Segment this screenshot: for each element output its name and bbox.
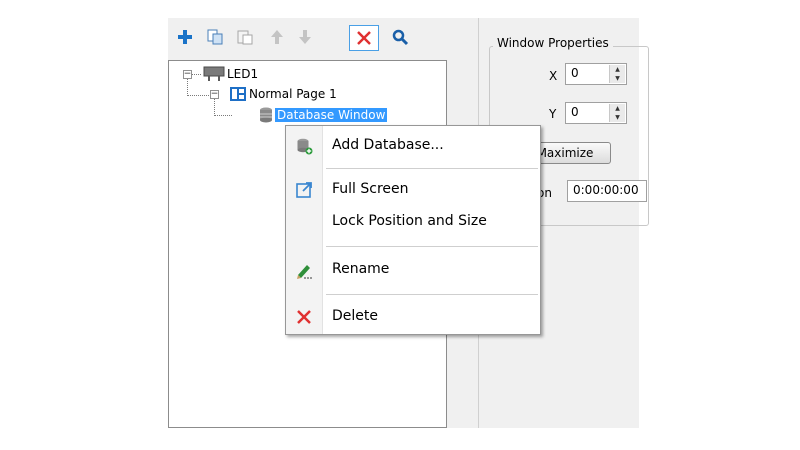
menu-item-add-database[interactable]: Add Database... (286, 133, 540, 159)
menu-item-rename[interactable]: Rename (286, 257, 540, 283)
tree-node-database-window[interactable]: Database Window (257, 106, 388, 124)
database-icon (260, 107, 272, 123)
move-down-icon (299, 30, 311, 44)
led-screen-icon (203, 66, 225, 81)
menu-item-label: Lock Position and Size (332, 213, 487, 229)
tree-connector (187, 95, 209, 96)
x-spin-buttons[interactable]: ▲ ▼ (609, 65, 625, 83)
spin-down-icon[interactable]: ▼ (610, 74, 625, 83)
x-value: 0 (571, 66, 579, 80)
menu-item-label: Full Screen (332, 181, 409, 197)
delete-icon (297, 310, 311, 324)
tree-node-led1[interactable]: LED1 (203, 65, 260, 83)
menu-item-label: Rename (332, 261, 390, 277)
paste-button[interactable] (234, 26, 256, 48)
y-value: 0 (571, 105, 579, 119)
duration-input[interactable]: 0:00:00:00 (567, 180, 647, 202)
paste-icon (237, 30, 253, 45)
add-button[interactable] (174, 26, 196, 48)
copy-icon (207, 29, 223, 45)
duration-value: 0:00:00:00 (573, 183, 639, 197)
menu-separator (326, 246, 538, 247)
x-label: X (549, 69, 558, 83)
move-up-button[interactable] (266, 26, 288, 48)
spin-up-icon[interactable]: ▲ (610, 104, 625, 113)
y-label: Y (549, 107, 557, 121)
group-title: Window Properties (493, 36, 613, 50)
context-menu: Add Database... Full Screen Lock Positio… (285, 125, 541, 335)
tree-connector (214, 115, 232, 116)
tree-expander-page[interactable]: − (210, 90, 219, 99)
menu-separator (326, 294, 538, 295)
search-icon (392, 29, 409, 46)
delete-button[interactable] (349, 25, 379, 51)
copy-button[interactable] (204, 26, 226, 48)
menu-item-delete[interactable]: Delete (286, 304, 540, 330)
tree-node-label: Normal Page 1 (249, 87, 337, 101)
menu-separator (326, 168, 538, 169)
page-layout-icon (230, 87, 246, 101)
delete-icon (357, 31, 371, 45)
tree-node-label: LED1 (227, 67, 259, 81)
tree-node-normal-page[interactable]: Normal Page 1 (229, 85, 339, 103)
move-up-icon (271, 30, 283, 44)
tree-connector (191, 74, 201, 75)
tree-node-label: Database Window (275, 108, 388, 122)
x-spinbox[interactable]: 0 ▲ ▼ (565, 63, 627, 85)
add-database-icon (297, 138, 313, 155)
toolbar (168, 18, 448, 60)
menu-item-label: Delete (332, 308, 378, 324)
tree-expander-root[interactable]: − (183, 70, 192, 79)
menu-item-lock-position[interactable]: Lock Position and Size (286, 209, 540, 235)
menu-item-label: Add Database... (332, 137, 444, 153)
search-button[interactable] (389, 26, 411, 48)
y-spinbox[interactable]: 0 ▲ ▼ (565, 102, 627, 124)
spin-up-icon[interactable]: ▲ (610, 65, 625, 74)
rename-pen-icon (297, 265, 312, 279)
full-screen-icon (296, 182, 312, 198)
y-spin-buttons[interactable]: ▲ ▼ (609, 104, 625, 122)
spin-down-icon[interactable]: ▼ (610, 113, 625, 122)
move-down-button[interactable] (294, 26, 316, 48)
add-icon (178, 30, 192, 44)
menu-item-full-screen[interactable]: Full Screen (286, 177, 540, 203)
